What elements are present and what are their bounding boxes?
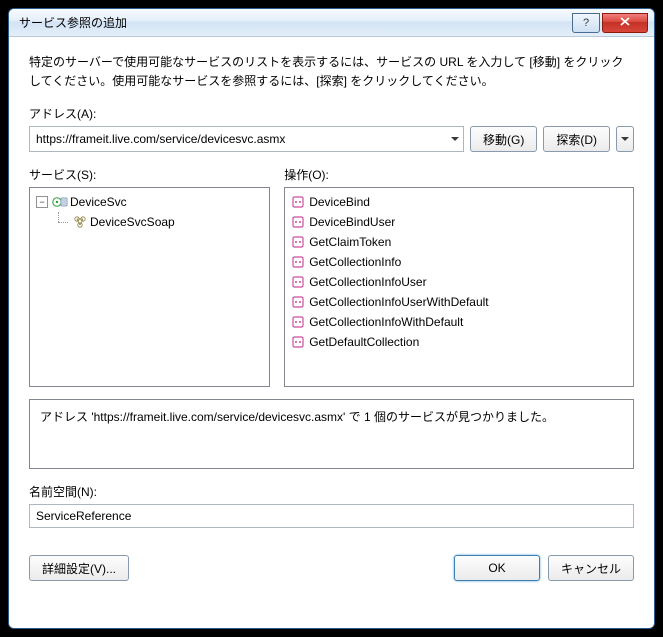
operations-list[interactable]: DeviceBind DeviceBindUser GetClaimToken Get… xyxy=(284,187,634,387)
operation-item[interactable]: GetCollectionInfoUserWithDefault xyxy=(289,292,629,312)
chevron-down-icon xyxy=(621,137,629,141)
close-icon xyxy=(620,17,630,29)
cancel-button[interactable]: キャンセル xyxy=(548,555,634,581)
operation-item-label: GetDefaultCollection xyxy=(309,335,419,349)
discover-split-toggle[interactable] xyxy=(616,126,634,152)
operation-item[interactable]: GetDefaultCollection xyxy=(289,332,629,352)
go-button[interactable]: 移動(G) xyxy=(470,126,537,152)
operation-item-label: GetCollectionInfoUser xyxy=(309,275,426,289)
status-box: アドレス 'https://frameit.live.com/service/d… xyxy=(29,399,634,469)
separator xyxy=(29,542,634,543)
operation-method-icon xyxy=(291,275,305,289)
operation-method-icon xyxy=(291,315,305,329)
address-label: アドレス(A): xyxy=(29,105,634,122)
instructions-text: 特定のサーバーで使用可能なサービスのリストを表示するには、サービスの URL を… xyxy=(29,53,634,91)
operation-method-icon xyxy=(291,335,305,349)
operation-item-label: GetClaimToken xyxy=(309,235,391,249)
operation-item[interactable]: GetClaimToken xyxy=(289,232,629,252)
tree-connector-icon xyxy=(54,212,68,232)
discover-button[interactable]: 探索(D) xyxy=(543,126,610,152)
help-icon: ? xyxy=(583,17,589,29)
address-combobox[interactable] xyxy=(29,126,464,152)
service-soap-icon xyxy=(72,214,88,230)
services-label: サービス(S): xyxy=(29,166,270,183)
operation-item-label: DeviceBind xyxy=(309,195,370,209)
operation-item[interactable]: DeviceBindUser xyxy=(289,212,629,232)
namespace-input[interactable] xyxy=(29,504,634,528)
operation-item[interactable]: GetCollectionInfo xyxy=(289,252,629,272)
tree-collapse-icon[interactable]: − xyxy=(36,196,48,208)
chevron-down-icon xyxy=(451,137,459,141)
address-input[interactable] xyxy=(29,126,464,152)
dialog-window: サービス参照の追加 ? 特定のサーバーで使用可能なサービスのリストを表示するには… xyxy=(8,8,655,629)
operation-item-label: GetCollectionInfo xyxy=(309,255,401,269)
address-dropdown-toggle[interactable] xyxy=(447,127,463,151)
operation-method-icon xyxy=(291,255,305,269)
operation-method-icon xyxy=(291,235,305,249)
namespace-label: 名前空間(N): xyxy=(29,483,634,500)
operation-method-icon xyxy=(291,295,305,309)
ok-button[interactable]: OK xyxy=(454,555,540,581)
operation-item[interactable]: GetCollectionInfoUser xyxy=(289,272,629,292)
services-tree[interactable]: − DeviceSvc xyxy=(29,187,270,387)
operations-label: 操作(O): xyxy=(284,166,634,183)
tree-root-label: DeviceSvc xyxy=(70,195,127,209)
close-button[interactable] xyxy=(602,13,648,33)
titlebar[interactable]: サービス参照の追加 ? xyxy=(9,9,654,37)
operation-item-label: GetCollectionInfoWithDefault xyxy=(309,315,463,329)
operation-method-icon xyxy=(291,215,305,229)
operation-item[interactable]: GetCollectionInfoWithDefault xyxy=(289,312,629,332)
help-button[interactable]: ? xyxy=(572,13,600,33)
window-title: サービス参照の追加 xyxy=(19,14,572,31)
operation-method-icon xyxy=(291,195,305,209)
service-globe-icon xyxy=(52,194,68,210)
tree-child-row[interactable]: DeviceSvcSoap xyxy=(34,212,265,232)
operation-item-label: GetCollectionInfoUserWithDefault xyxy=(309,295,488,309)
status-text: アドレス 'https://frameit.live.com/service/d… xyxy=(40,410,554,424)
advanced-button[interactable]: 詳細設定(V)... xyxy=(29,555,129,581)
tree-root-row[interactable]: − DeviceSvc xyxy=(34,192,265,212)
operation-item-label: DeviceBindUser xyxy=(309,215,395,229)
operation-item[interactable]: DeviceBind xyxy=(289,192,629,212)
tree-child-label: DeviceSvcSoap xyxy=(90,215,175,229)
